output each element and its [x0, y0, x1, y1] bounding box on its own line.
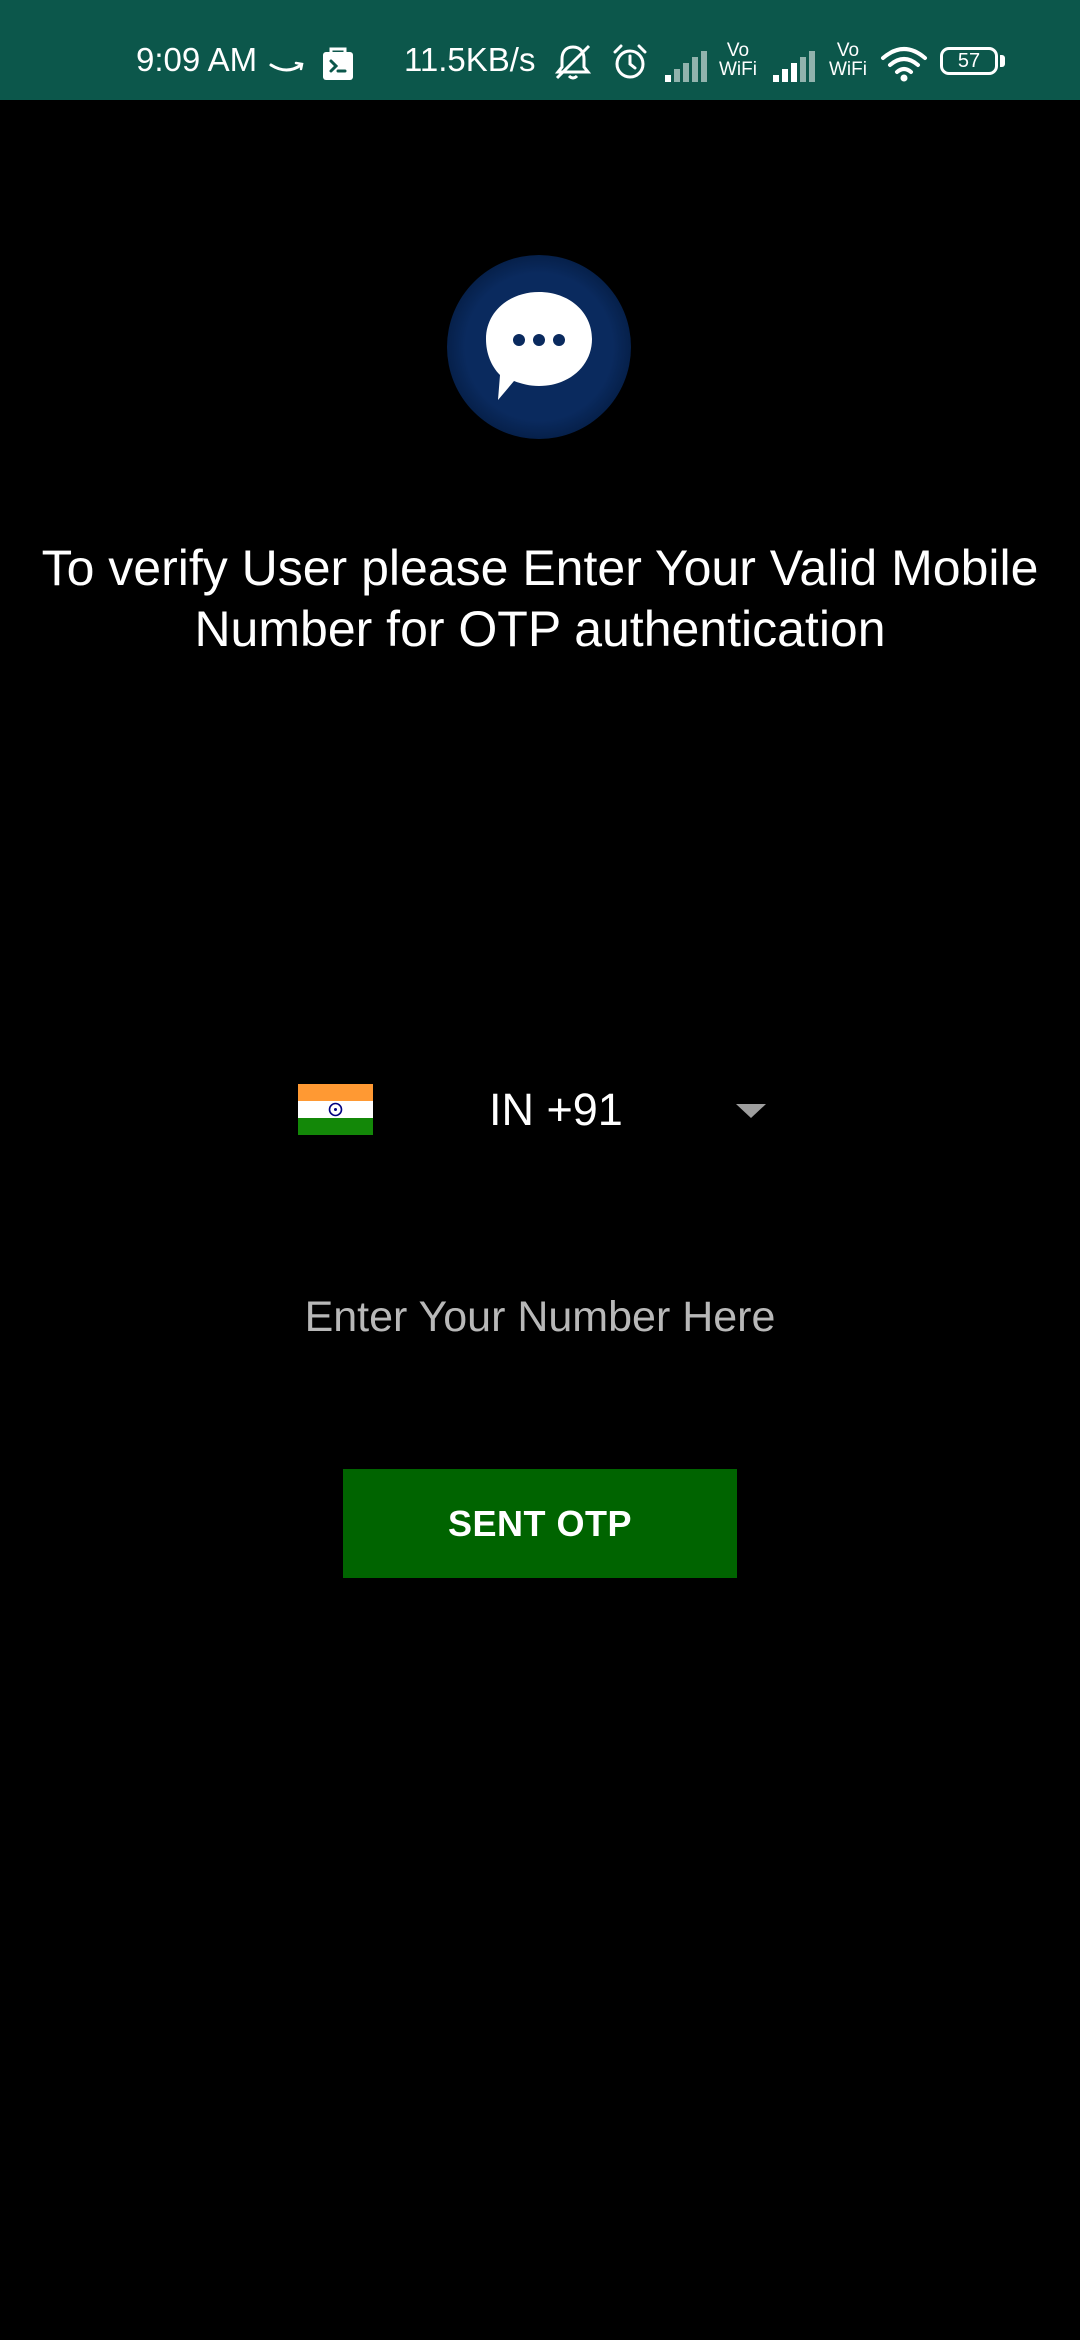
- status-bar: 9:09 AM 11.5KB/s Vo WiFi Vo WiFi 57: [0, 0, 1080, 100]
- status-time: 9:09 AM: [136, 41, 258, 78]
- vowifi-label: Vo: [726, 40, 750, 61]
- selected-country-code: IN +91: [489, 1084, 623, 1135]
- network-speed: 11.5KB/s: [404, 41, 536, 78]
- india-flag-icon: [298, 1084, 373, 1135]
- signal-icon: [773, 51, 815, 82]
- vowifi-label: WiFi: [829, 59, 867, 80]
- vowifi-label: Vo: [836, 40, 860, 61]
- battery-level: 57: [957, 50, 981, 72]
- chat-bubble-icon: [447, 255, 631, 439]
- country-code-picker[interactable]: IN +91: [290, 1070, 770, 1150]
- mute-icon: [554, 44, 592, 80]
- instruction-text: To verify User please Enter Your Valid M…: [41, 540, 1039, 657]
- vowifi-indicator: Vo WiFi: [716, 41, 760, 81]
- send-otp-button[interactable]: SENT OTP: [343, 1469, 737, 1578]
- wifi-icon: [881, 47, 927, 82]
- battery-tip: [1000, 55, 1005, 67]
- dropdown-arrow-icon[interactable]: [736, 1104, 766, 1118]
- alarm-icon: [613, 44, 647, 79]
- phone-number-input[interactable]: [240, 1282, 840, 1352]
- battery-icon: 57: [940, 47, 998, 75]
- vowifi-label: WiFi: [719, 59, 757, 80]
- amazon-icon: [269, 61, 304, 72]
- vowifi-indicator: Vo WiFi: [826, 41, 870, 81]
- shopping-bag-icon: [323, 47, 353, 80]
- signal-icon: [665, 51, 707, 82]
